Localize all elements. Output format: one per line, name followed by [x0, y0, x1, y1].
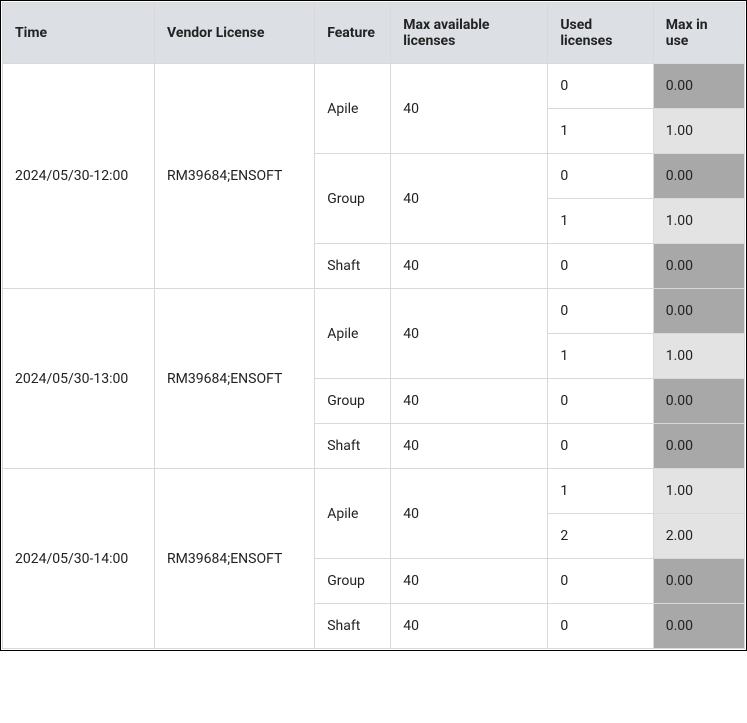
license-usage-table: Time Vendor License Feature Max availabl…: [2, 2, 745, 649]
cell-used: 0: [548, 289, 653, 334]
cell-feature: Group: [315, 379, 391, 424]
table-header-row: Time Vendor License Feature Max availabl…: [3, 3, 745, 64]
col-header-used: Used licenses: [548, 3, 653, 64]
cell-feature: Shaft: [315, 424, 391, 469]
cell-used: 0: [548, 64, 653, 109]
cell-used: 0: [548, 424, 653, 469]
cell-max-available: 40: [391, 469, 548, 559]
cell-max-available: 40: [391, 604, 548, 649]
cell-feature: Shaft: [315, 244, 391, 289]
cell-max-in-use: 0.00: [653, 424, 744, 469]
cell-feature: Apile: [315, 289, 391, 379]
cell-max-available: 40: [391, 244, 548, 289]
col-header-maxavail: Max available licenses: [391, 3, 548, 64]
cell-max-in-use: 0.00: [653, 64, 744, 109]
cell-max-available: 40: [391, 559, 548, 604]
cell-max-in-use: 2.00: [653, 514, 744, 559]
cell-used: 1: [548, 469, 653, 514]
cell-feature: Shaft: [315, 604, 391, 649]
cell-max-in-use: 0.00: [653, 154, 744, 199]
cell-used: 1: [548, 109, 653, 154]
cell-max-in-use: 0.00: [653, 289, 744, 334]
cell-vendor: RM39684;ENSOFT: [155, 289, 315, 469]
cell-used: 1: [548, 334, 653, 379]
cell-max-in-use: 1.00: [653, 469, 744, 514]
cell-feature: Group: [315, 559, 391, 604]
table-row: 2024/05/30-14:00RM39684;ENSOFTApile4011.…: [3, 469, 745, 514]
table-body: 2024/05/30-12:00RM39684;ENSOFTApile4000.…: [3, 64, 745, 649]
license-usage-table-wrapper: Time Vendor License Feature Max availabl…: [0, 0, 747, 651]
cell-max-available: 40: [391, 289, 548, 379]
cell-max-in-use: 1.00: [653, 334, 744, 379]
cell-max-in-use: 0.00: [653, 559, 744, 604]
cell-max-available: 40: [391, 154, 548, 244]
cell-time: 2024/05/30-12:00: [3, 64, 155, 289]
cell-feature: Apile: [315, 64, 391, 154]
cell-max-available: 40: [391, 64, 548, 154]
cell-feature: Apile: [315, 469, 391, 559]
cell-feature: Group: [315, 154, 391, 244]
cell-used: 0: [548, 559, 653, 604]
table-row: 2024/05/30-13:00RM39684;ENSOFTApile4000.…: [3, 289, 745, 334]
cell-max-available: 40: [391, 424, 548, 469]
cell-used: 0: [548, 379, 653, 424]
cell-max-in-use: 1.00: [653, 109, 744, 154]
cell-max-in-use: 0.00: [653, 604, 744, 649]
cell-time: 2024/05/30-13:00: [3, 289, 155, 469]
cell-used: 0: [548, 604, 653, 649]
cell-max-in-use: 0.00: [653, 244, 744, 289]
cell-max-available: 40: [391, 379, 548, 424]
cell-used: 1: [548, 199, 653, 244]
col-header-feature: Feature: [315, 3, 391, 64]
cell-vendor: RM39684;ENSOFT: [155, 64, 315, 289]
cell-vendor: RM39684;ENSOFT: [155, 469, 315, 649]
col-header-vendor: Vendor License: [155, 3, 315, 64]
table-row: 2024/05/30-12:00RM39684;ENSOFTApile4000.…: [3, 64, 745, 109]
cell-used: 0: [548, 244, 653, 289]
col-header-time: Time: [3, 3, 155, 64]
cell-used: 2: [548, 514, 653, 559]
cell-time: 2024/05/30-14:00: [3, 469, 155, 649]
cell-used: 0: [548, 154, 653, 199]
cell-max-in-use: 1.00: [653, 199, 744, 244]
col-header-maxuse: Max in use: [653, 3, 744, 64]
cell-max-in-use: 0.00: [653, 379, 744, 424]
